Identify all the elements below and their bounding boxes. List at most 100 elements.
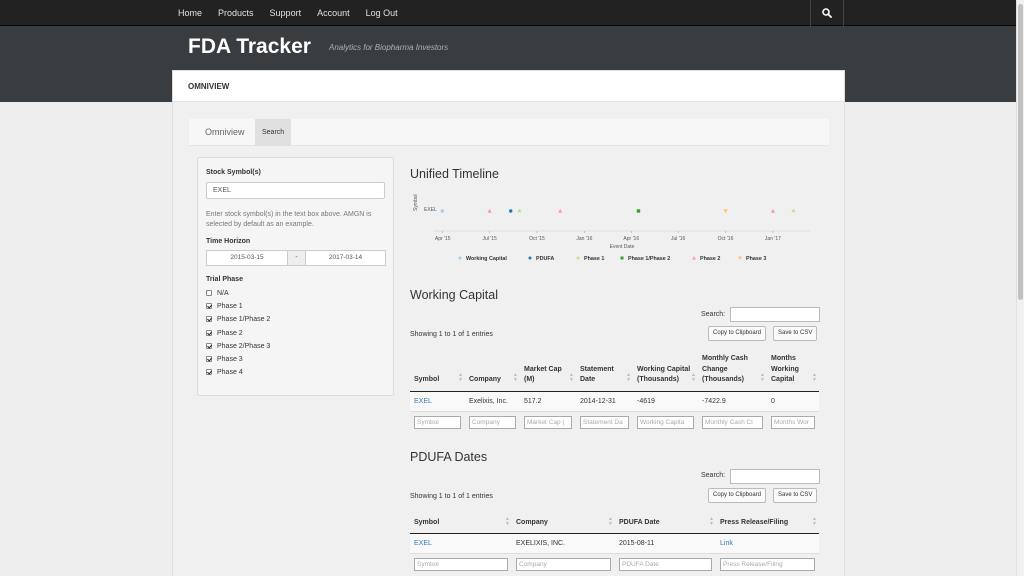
x-tick-label: Oct '16	[718, 236, 734, 242]
tab-search[interactable]: Search	[255, 119, 292, 146]
wc-search-input[interactable]	[730, 307, 820, 322]
filter-statement-date[interactable]: Statement Da	[580, 415, 629, 429]
col-months-wc[interactable]: Months Working Capital ▲ ▼	[767, 351, 819, 392]
wc-info: Showing 1 to 1 of 1 entries	[410, 331, 493, 338]
col-market-cap[interactable]: Market Cap (M) ▲ ▼	[520, 351, 576, 392]
phase-4-checkbox[interactable]	[206, 369, 212, 375]
filter-pdufa-symbol[interactable]: Symbol	[414, 557, 508, 571]
table-header-row: Symbol ▲ ▼ Company ▲ ▼ PDUFA Date ▲ ▼ Press Re…	[410, 514, 819, 534]
phase-1-label: Phase 1	[217, 302, 243, 310]
table-row: EXEL EXELIXIS, INC. 2015-08-11 Link	[410, 533, 819, 554]
phase-1-option[interactable]: Phase 1	[206, 301, 243, 311]
legend-marker	[620, 256, 624, 260]
table-header-row: Symbol ▲ ▼ Company ▲ ▼ Market Cap (M) ▲ ▼ Stat…	[410, 351, 819, 392]
press-release-link[interactable]: Link	[720, 540, 733, 547]
filter-symbol[interactable]: Symbol	[414, 415, 461, 429]
top-navbar: Home Products Support Account Log Out	[0, 0, 1016, 26]
pdufa-copy-button[interactable]: Copy to Clipboard	[708, 488, 767, 503]
pdufa-search-label: Search:	[701, 472, 726, 479]
table-cell: 0	[767, 391, 819, 412]
x-tick-label: Jul '15	[482, 236, 497, 242]
pdufa-search-input[interactable]	[730, 469, 820, 484]
phase-1-2-option[interactable]: Phase 1/Phase 2	[206, 314, 270, 324]
phase-2-3-label: Phase 2/Phase 3	[217, 342, 271, 350]
chart-legend: Working Capital PDUFA Phase 1 Phase 1/Phase…	[458, 255, 766, 262]
symbol-link[interactable]: EXEL	[414, 540, 432, 547]
filter-pdufa-company[interactable]: Company	[516, 557, 611, 571]
phase-3-option[interactable]: Phase 3	[206, 354, 243, 364]
phase-2-3-checkbox[interactable]	[206, 343, 212, 349]
phase-3-checkbox[interactable]	[206, 356, 212, 362]
phase-1-2-checkbox[interactable]	[206, 316, 212, 322]
phase-2-label: Phase 2	[217, 329, 243, 337]
data-point	[636, 209, 641, 213]
end-date-input[interactable]: 2017-03-14	[305, 250, 386, 266]
view-tabs: Omniview Search	[189, 119, 829, 146]
filter-pdufa-date[interactable]: PDUFA Date	[619, 557, 712, 571]
col-pdufa-date[interactable]: PDUFA Date ▲ ▼	[615, 514, 716, 534]
phase-4-option[interactable]: Phase 4	[206, 367, 243, 377]
legend-marker	[576, 255, 580, 260]
legend-label: Phase 1	[584, 256, 604, 262]
nav-support[interactable]: Support	[262, 0, 310, 26]
phase-2-3-option[interactable]: Phase 2/Phase 3	[206, 341, 270, 351]
y-tick-label: EXEL	[424, 207, 437, 213]
phase-2-checkbox[interactable]	[206, 330, 212, 336]
x-tick-label: Apr '16	[623, 236, 639, 242]
col-press-release[interactable]: Press Release/Filing ▲ ▼	[716, 514, 819, 534]
filter-months-wc[interactable]: Months Wor	[771, 415, 815, 429]
start-date-input[interactable]: 2015-03-15	[206, 250, 288, 266]
phase-1-checkbox[interactable]	[206, 303, 212, 309]
col-monthly-cash[interactable]: Monthly Cash Change (Thousands) ▲ ▼	[698, 351, 767, 392]
filter-press-release[interactable]: Press Release/Filing	[720, 557, 815, 571]
pdufa-csv-button[interactable]: Save to CSV	[773, 488, 818, 503]
nav-links: Home Products Support Account Log Out	[170, 0, 406, 26]
col-pdufa-symbol[interactable]: Symbol ▲ ▼	[410, 514, 512, 534]
phase-na-checkbox[interactable]	[206, 290, 212, 296]
x-tick-label: Apr '15	[435, 236, 451, 242]
phase-2-option[interactable]: Phase 2	[206, 328, 243, 338]
nav-home[interactable]: Home	[170, 0, 210, 26]
col-company[interactable]: Company ▲ ▼	[465, 351, 520, 392]
y-axis-label: Symbol	[413, 194, 419, 211]
nav-products[interactable]: Products	[210, 0, 262, 26]
page-scrollbar[interactable]	[1016, 0, 1024, 576]
wc-search-label: Search:	[701, 311, 726, 318]
scrollbar-thumb[interactable]	[1018, 4, 1023, 300]
symbol-link[interactable]: EXEL	[414, 398, 432, 405]
nav-logout[interactable]: Log Out	[358, 0, 406, 26]
nav-account[interactable]: Account	[309, 0, 358, 26]
brand-title[interactable]: FDA Tracker	[188, 35, 311, 59]
phase-na-option[interactable]: N/A	[206, 288, 229, 298]
filter-company[interactable]: Company	[469, 415, 516, 429]
col-working-capital[interactable]: Working Capital (Thousands) ▲ ▼	[633, 351, 698, 392]
col-pdufa-company[interactable]: Company ▲ ▼	[512, 514, 615, 534]
x-tick-label: Jan '17	[765, 236, 781, 242]
table-cell: -4619	[633, 391, 698, 412]
section-title: OMNIVIEW	[188, 82, 230, 91]
filter-working-capital[interactable]: Working Capita	[637, 415, 694, 429]
legend-marker	[692, 256, 696, 260]
stock-symbol-help: Enter stock symbol(s) in the text box ab…	[206, 211, 372, 228]
phase-3-label: Phase 3	[217, 355, 243, 363]
x-tick-label: Jul '16	[671, 236, 686, 242]
stock-symbol-input[interactable]: EXEL	[206, 182, 385, 199]
table-cell: Exelixis, Inc.	[465, 391, 520, 412]
col-statement-date[interactable]: Statement Date ▲ ▼	[576, 351, 633, 392]
col-symbol[interactable]: Symbol ▲ ▼	[410, 351, 465, 392]
filter-market-cap[interactable]: Market Cap (	[524, 415, 572, 429]
pdufa-title: PDUFA Dates	[410, 450, 488, 464]
filter-sidebar: Stock Symbol(s) EXEL Enter stock symbol(…	[197, 157, 394, 396]
wc-copy-button[interactable]: Copy to Clipboard	[708, 326, 767, 341]
tab-omniview[interactable]: Omniview	[205, 119, 245, 146]
wc-csv-button[interactable]: Save to CSV	[773, 326, 818, 341]
data-point	[517, 208, 522, 213]
legend-marker	[458, 256, 462, 260]
data-point	[791, 208, 796, 213]
table-cell: 517.2	[520, 391, 576, 412]
nav-search-button[interactable]	[810, 0, 844, 26]
data-point	[723, 209, 728, 214]
legend-label: Working Capital	[466, 256, 507, 262]
x-tick-label: Oct '15	[529, 236, 545, 242]
filter-monthly-cash[interactable]: Monthly Cash Cl	[702, 415, 763, 429]
